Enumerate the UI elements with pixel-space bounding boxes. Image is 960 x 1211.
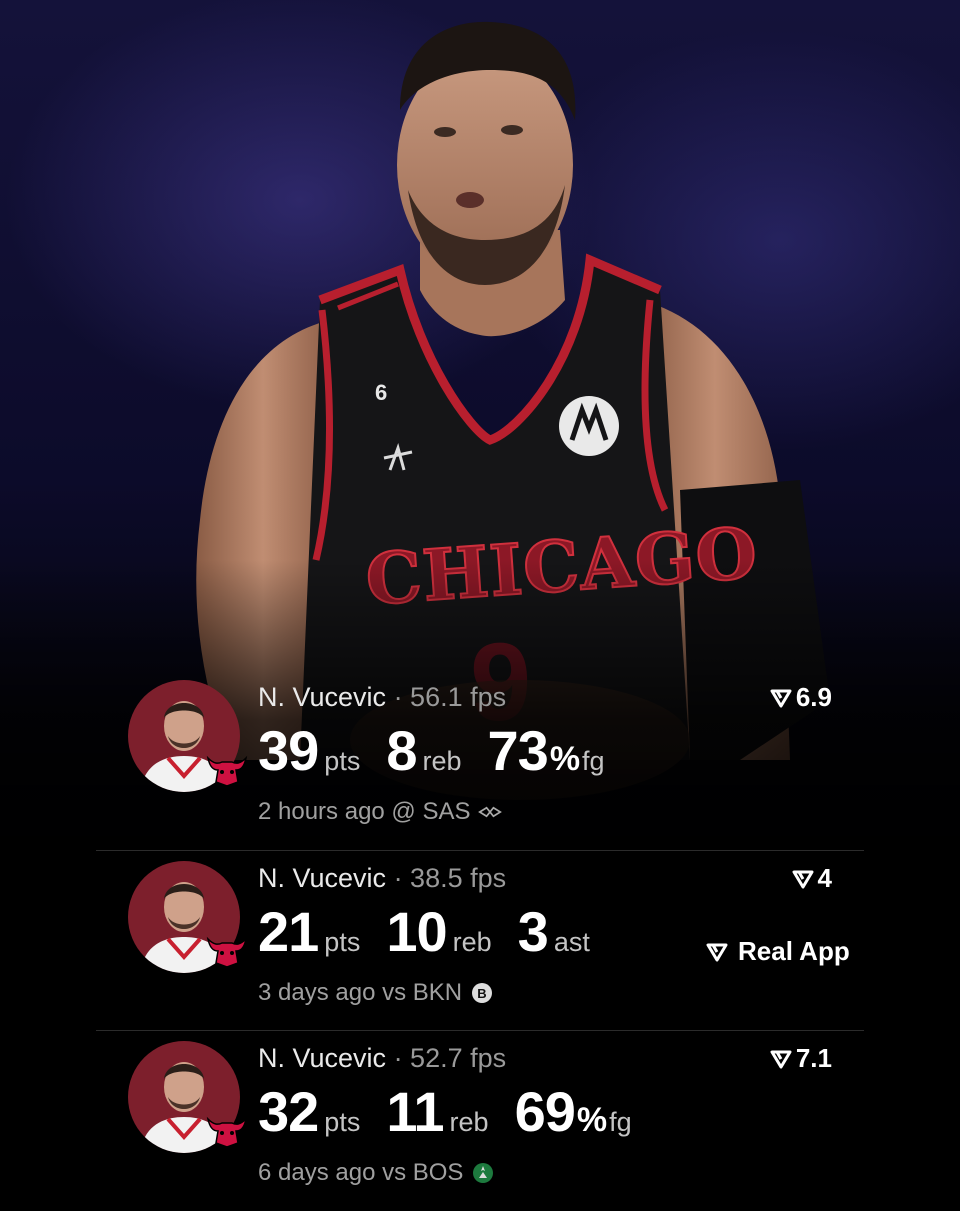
rating-score: 6.9 [770,682,832,713]
game-time-opponent: 2 hours ago @ SAS [258,798,471,825]
game-time-opponent: 3 days ago vs BKN [258,979,463,1006]
fps-value: · 52.7 fps [393,1043,507,1073]
bulls-logo-icon [204,1115,250,1149]
stat-line: 21 pts 10 reb 3 ast [258,899,616,964]
game-headline: N. Vucevic · 38.5 fps [258,863,506,894]
celtics-logo-icon [473,1163,494,1183]
rating-score: 4 [792,863,832,894]
rating-score: 7.1 [770,1043,832,1074]
bulls-logo-icon [204,754,250,788]
stat-line: 39 pts 8 reb 73% fg [258,718,631,783]
stat-points: 21 pts [258,900,361,963]
real-app-brand: Real App [706,936,850,967]
stat-fg-percent: 69% fg [514,1080,632,1143]
real-logo-icon [770,1050,792,1068]
stat-rebounds: 11 reb [386,1080,489,1143]
brand-label: Real App [738,936,850,966]
game-meta: 2 hours ago @ SAS [258,798,503,826]
player-name: N. Vucevic [258,1043,387,1073]
fps-value: · 56.1 fps [393,682,507,712]
game-headline: N. Vucevic · 52.7 fps [258,1043,506,1074]
game-meta: 3 days ago vs BKN B [258,979,494,1007]
svg-text:6: 6 [375,380,387,405]
stat-rebounds: 8 reb [386,719,462,782]
game-time-opponent: 6 days ago vs BOS [258,1159,464,1186]
stat-points: 39 pts [258,719,361,782]
stat-fg-percent: 73% fg [487,719,605,782]
svg-text:B: B [477,986,486,1001]
game-card[interactable]: N. Vucevic · 56.1 fps 6.9 39 pts 8 reb 73%… [96,670,864,850]
game-card[interactable]: N. Vucevic · 52.7 fps 7.1 32 pts 11 reb 69… [96,1030,864,1211]
nets-logo-icon: B [472,983,493,1003]
stat-assists: 3 ast [517,900,590,963]
stat-line: 32 pts 11 reb 69% fg [258,1079,658,1144]
bulls-logo-icon [204,935,250,969]
spurs-logo-icon [478,806,503,818]
stat-points: 32 pts [258,1080,361,1143]
real-logo-icon [770,689,792,707]
stat-rebounds: 10 reb [386,900,492,963]
game-headline: N. Vucevic · 56.1 fps [258,682,506,713]
player-name: N. Vucevic [258,682,387,712]
real-logo-icon [706,943,728,961]
fps-value: · 38.5 fps [393,863,507,893]
real-logo-icon [792,870,814,888]
player-name: N. Vucevic [258,863,387,893]
game-meta: 6 days ago vs BOS [258,1159,495,1187]
